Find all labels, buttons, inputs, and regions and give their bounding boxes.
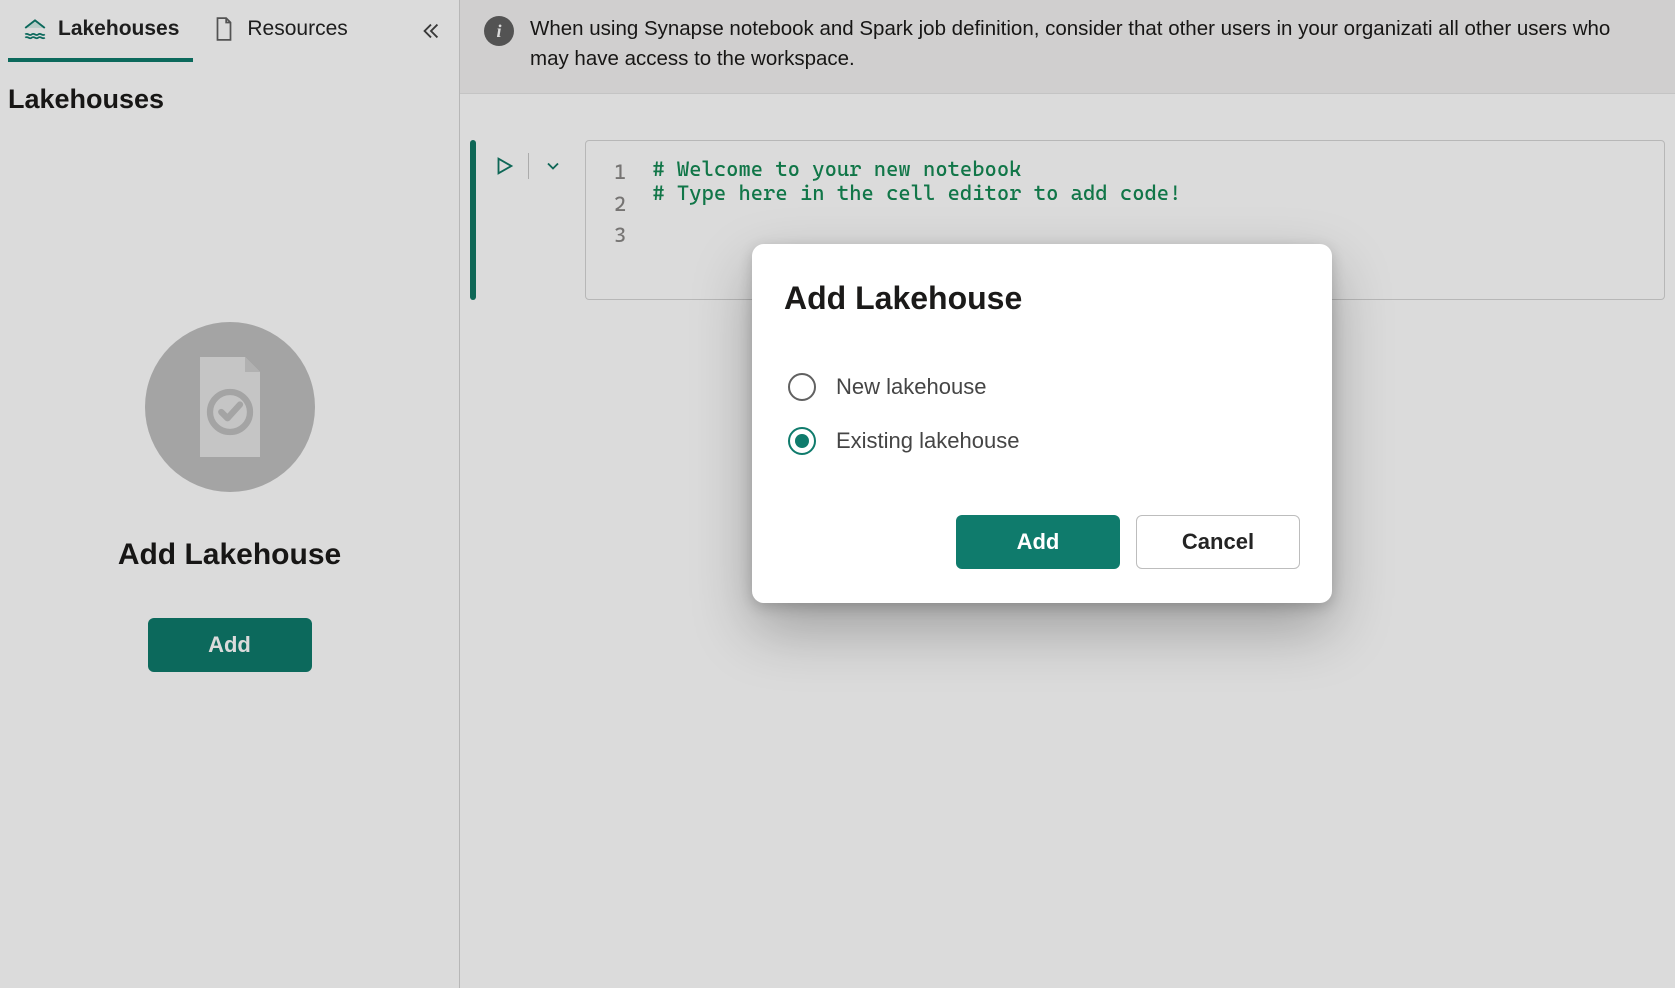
- dialog-add-button[interactable]: Add: [956, 515, 1120, 569]
- add-lakehouse-dialog: Add Lakehouse New lakehouse Existing lak…: [752, 244, 1332, 603]
- radio-existing-label: Existing lakehouse: [836, 428, 1019, 454]
- lakehouse-choice-group: New lakehouse Existing lakehouse: [784, 373, 1300, 455]
- radio-icon: [788, 373, 816, 401]
- dialog-title: Add Lakehouse: [784, 280, 1300, 317]
- radio-icon: [788, 427, 816, 455]
- radio-new-label: New lakehouse: [836, 374, 986, 400]
- radio-new-lakehouse[interactable]: New lakehouse: [788, 373, 1300, 401]
- radio-existing-lakehouse[interactable]: Existing lakehouse: [788, 427, 1300, 455]
- dialog-cancel-button[interactable]: Cancel: [1136, 515, 1300, 569]
- dialog-actions: Add Cancel: [784, 515, 1300, 569]
